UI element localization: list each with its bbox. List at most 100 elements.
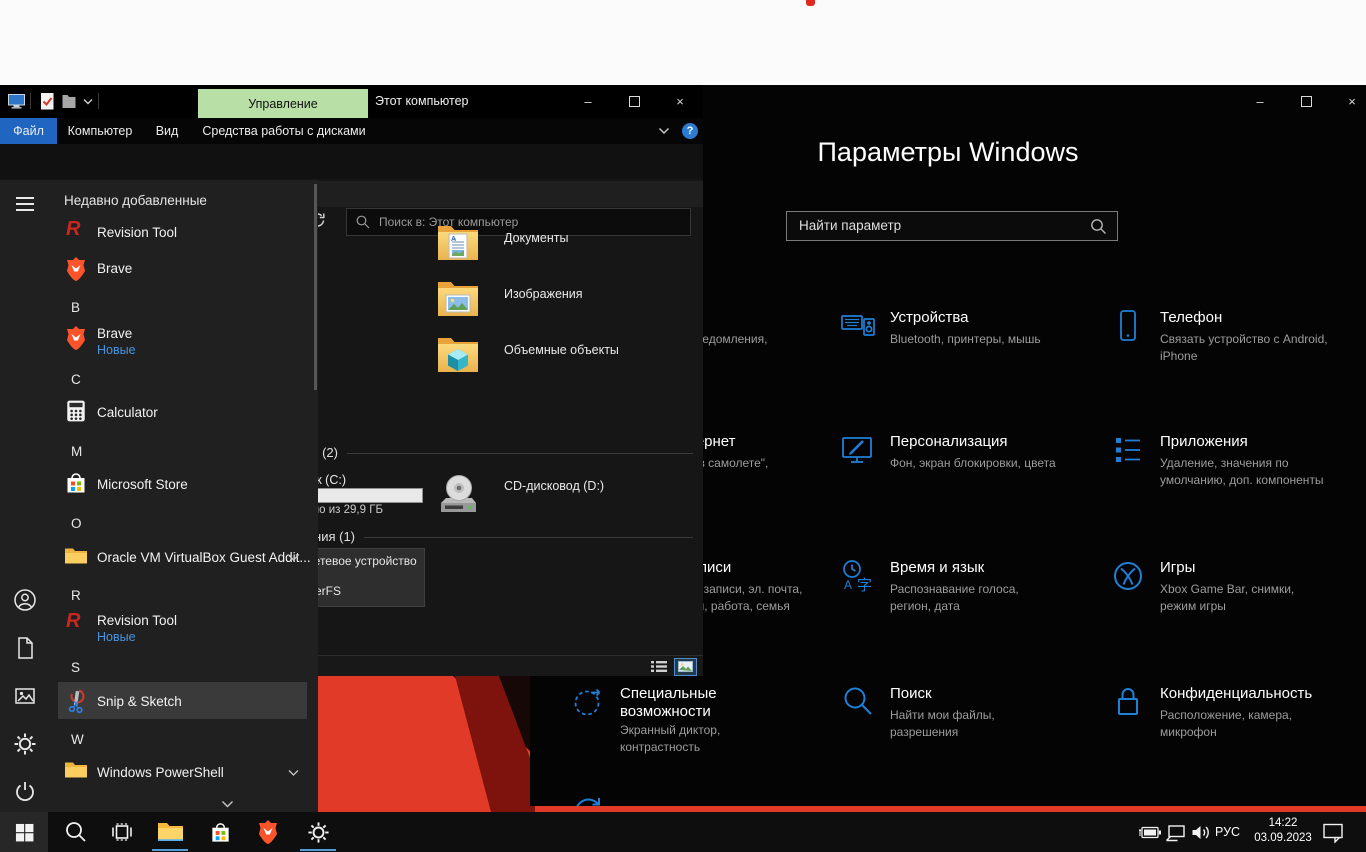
start-item-calculator[interactable]: Calculator bbox=[97, 405, 158, 420]
settings-close-button[interactable]: × bbox=[1337, 91, 1366, 111]
pictures-folder-icon[interactable] bbox=[437, 279, 479, 319]
settings-rail-icon[interactable] bbox=[13, 732, 37, 756]
time-language-icon: A 字 bbox=[840, 558, 878, 596]
settings-maximize-button[interactable] bbox=[1291, 91, 1321, 111]
this-pc-icon bbox=[8, 94, 25, 109]
gear-icon bbox=[307, 821, 329, 843]
thumbnail-view-icon bbox=[678, 661, 693, 672]
3d-objects-folder-icon[interactable] bbox=[437, 335, 479, 375]
menu-disk-tools[interactable]: Средства работы с дисками bbox=[200, 118, 368, 144]
battery-icon[interactable] bbox=[1139, 825, 1162, 840]
explorer-titlebar: Управление Этот компьютер – × bbox=[0, 85, 703, 118]
wallpaper-red-dot bbox=[806, 0, 815, 6]
language-indicator[interactable]: РУС bbox=[1215, 825, 1240, 839]
start-item-microsoft-store[interactable]: Microsoft Store bbox=[97, 477, 188, 492]
start-section-b[interactable]: B bbox=[71, 300, 80, 315]
brave-icon bbox=[259, 820, 277, 844]
settings-search-input[interactable]: Найти параметр bbox=[786, 211, 1118, 241]
cd-drive-label[interactable]: CD-дисковод (D:) bbox=[504, 479, 604, 493]
revision-tool-icon: R bbox=[66, 610, 81, 632]
pictures-rail-icon[interactable] bbox=[13, 684, 37, 708]
start-item-brave-new[interactable]: Brave bbox=[97, 326, 132, 341]
start-item-snip-sketch-highlight[interactable] bbox=[58, 682, 307, 719]
folder-pictures[interactable]: Изображения bbox=[504, 287, 583, 301]
documents-folder-icon[interactable]: A bbox=[437, 223, 479, 263]
brave-icon bbox=[67, 326, 85, 350]
search-icon bbox=[66, 822, 86, 842]
scroll-more-chevron-icon[interactable] bbox=[221, 800, 234, 809]
taskbar-clock[interactable]: 14:22 03.09.2023 bbox=[1250, 816, 1316, 846]
volume-icon[interactable] bbox=[1191, 824, 1212, 841]
start-section-r[interactable]: R bbox=[71, 588, 81, 603]
taskbar-store-button[interactable] bbox=[200, 812, 240, 852]
taskbar-search-button[interactable] bbox=[56, 812, 96, 852]
menu-computer[interactable]: Компьютер bbox=[62, 118, 138, 144]
qat-chevron-down-icon[interactable] bbox=[83, 98, 93, 105]
start-section-o[interactable]: O bbox=[71, 516, 82, 531]
menu-file[interactable]: Файл bbox=[0, 118, 57, 144]
svg-text:A: A bbox=[844, 578, 852, 592]
explorer-maximize-button[interactable] bbox=[619, 91, 649, 111]
start-item-windows-powershell[interactable]: Windows PowerShell bbox=[97, 765, 224, 780]
task-view-button[interactable] bbox=[102, 812, 142, 852]
folder-documents[interactable]: Документы bbox=[504, 231, 568, 245]
taskbar-file-explorer-button[interactable] bbox=[148, 812, 192, 852]
start-button[interactable] bbox=[0, 812, 48, 852]
start-menu: Недавно добавленные R Revision Tool Brav… bbox=[0, 180, 318, 812]
settings-tile-phone[interactable]: Телефон Связать устройство с Android, iPh… bbox=[1110, 308, 1366, 418]
settings-tile-time-language[interactable]: A 字 Время и язык Распознавание голоса, ре… bbox=[840, 558, 1102, 668]
ease-of-access-icon bbox=[570, 684, 608, 722]
start-section-s[interactable]: S bbox=[71, 660, 80, 675]
large-icons-view-button[interactable] bbox=[674, 658, 697, 676]
settings-tile-ease-of-access[interactable]: Специальные возможности Экранный диктор, к… bbox=[570, 684, 832, 806]
start-hamburger-icon[interactable] bbox=[13, 192, 37, 216]
start-menu-scrollbar[interactable] bbox=[314, 184, 317, 390]
start-item-revision-tool-new[interactable]: Revision Tool bbox=[97, 613, 177, 628]
explorer-close-button[interactable]: × bbox=[665, 91, 695, 111]
start-item-snip-sketch[interactable]: Snip & Sketch bbox=[97, 694, 182, 709]
settings-tile-apps[interactable]: Приложения Удаление, значения по умолчани… bbox=[1110, 432, 1366, 542]
power-icon[interactable] bbox=[13, 780, 37, 804]
taskbar-date: 03.09.2023 bbox=[1254, 832, 1312, 844]
taskbar-time: 14:22 bbox=[1268, 817, 1298, 829]
start-item-oracle-vm-folder[interactable]: Oracle VM VirtualBox Guest Addit... bbox=[97, 550, 311, 565]
properties-icon[interactable] bbox=[40, 92, 55, 111]
calculator-icon bbox=[67, 400, 85, 422]
menu-view[interactable]: Вид bbox=[146, 118, 188, 144]
settings-minimize-button[interactable]: – bbox=[1245, 91, 1275, 111]
start-section-w[interactable]: W bbox=[71, 732, 84, 747]
help-icon[interactable]: ? bbox=[682, 123, 698, 139]
start-section-c[interactable]: C bbox=[71, 372, 81, 387]
details-view-icon[interactable] bbox=[650, 660, 668, 673]
task-view-icon bbox=[112, 823, 132, 841]
user-account-icon[interactable] bbox=[13, 588, 37, 612]
explorer-minimize-button[interactable]: – bbox=[573, 91, 603, 111]
taskbar-brave-button[interactable] bbox=[248, 812, 288, 852]
folder-icon bbox=[65, 762, 87, 778]
taskbar: РУС 14:22 03.09.2023 bbox=[0, 812, 1366, 852]
divider bbox=[30, 93, 31, 109]
action-center-icon[interactable] bbox=[1322, 822, 1344, 843]
devices-icon bbox=[840, 308, 878, 346]
settings-tile-search[interactable]: Поиск Найти мои файлы, разрешения bbox=[840, 684, 1102, 794]
settings-tile-personalization[interactable]: Персонализация Фон, экран блокировки, цв… bbox=[840, 432, 1102, 542]
cd-drive-icon[interactable] bbox=[437, 473, 479, 517]
apps-list-icon bbox=[1110, 432, 1148, 470]
start-section-m[interactable]: M bbox=[71, 444, 82, 459]
tab-manage[interactable]: Управление bbox=[198, 89, 368, 118]
taskbar-settings-button[interactable] bbox=[296, 812, 340, 852]
update-security-icon[interactable] bbox=[570, 791, 606, 806]
expand-chevron-icon[interactable] bbox=[288, 554, 299, 562]
expand-chevron-icon[interactable] bbox=[288, 769, 299, 777]
folder-3d-objects[interactable]: Объемные объекты bbox=[504, 343, 619, 357]
start-item-revision-tool[interactable]: Revision Tool bbox=[97, 225, 177, 240]
new-folder-icon[interactable] bbox=[62, 93, 76, 109]
settings-tile-privacy[interactable]: Конфиденциальность Расположение, камера,… bbox=[1110, 684, 1366, 794]
documents-rail-icon[interactable] bbox=[13, 636, 37, 660]
lock-icon bbox=[1110, 684, 1148, 722]
settings-tile-gaming[interactable]: Игры Xbox Game Bar, снимки, режим игры bbox=[1110, 558, 1366, 668]
settings-tile-devices[interactable]: Устройства Bluetooth, принтеры, мышь bbox=[840, 308, 1102, 418]
network-icon[interactable] bbox=[1165, 824, 1187, 842]
start-item-brave[interactable]: Brave bbox=[97, 261, 132, 276]
ribbon-expand-chevron-icon[interactable] bbox=[658, 127, 670, 135]
